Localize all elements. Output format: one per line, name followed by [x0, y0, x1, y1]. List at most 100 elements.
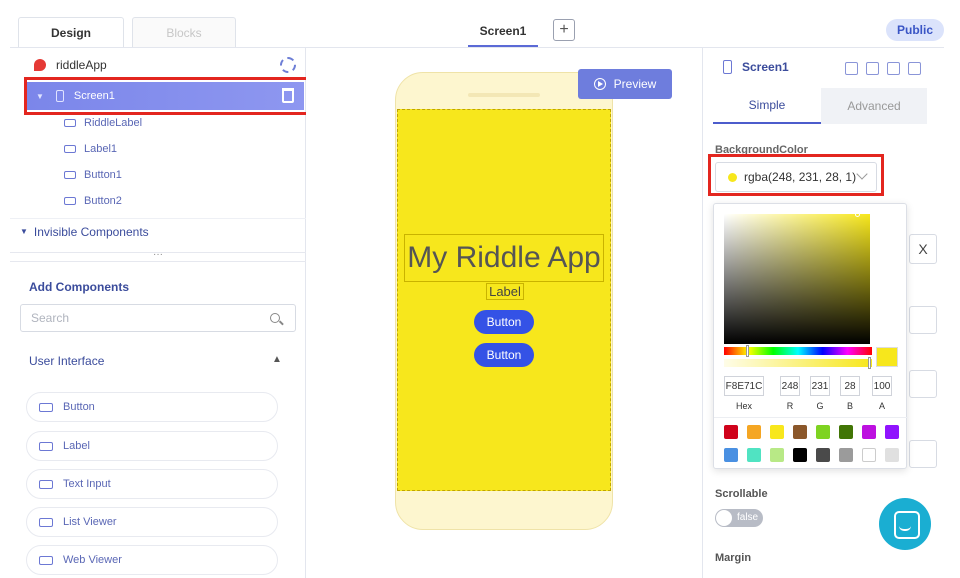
play-icon — [593, 78, 606, 90]
label-icon — [64, 145, 76, 153]
phone-speaker — [468, 93, 540, 97]
color-swatch[interactable] — [770, 425, 784, 439]
user-interface-section[interactable]: User Interface — [29, 354, 104, 368]
search-input[interactable] — [20, 304, 296, 332]
hue-handle[interactable] — [746, 345, 749, 357]
label-icon — [64, 119, 76, 127]
palette-item-list-viewer[interactable]: List Viewer — [26, 507, 278, 537]
tree-item-label: RiddleLabel — [84, 117, 143, 129]
color-swatch[interactable] — [885, 425, 899, 439]
color-swatch[interactable] — [862, 448, 876, 462]
color-swatch[interactable] — [747, 448, 761, 462]
saturation-handle[interactable] — [855, 212, 860, 217]
tab-simple[interactable]: Simple — [713, 88, 821, 124]
panel-resize-handle[interactable]: ··· — [10, 250, 306, 262]
button2[interactable]: Button — [474, 343, 534, 367]
button-icon — [64, 171, 76, 179]
b-label: B — [846, 401, 853, 411]
tree-app-row[interactable]: riddleApp — [10, 52, 306, 78]
preview-button[interactable]: Preview — [578, 69, 672, 99]
folder-icon[interactable] — [845, 62, 858, 75]
trash-icon[interactable] — [908, 62, 921, 75]
hex-label: Hex — [735, 401, 752, 411]
add-components-title: Add Components — [29, 280, 129, 294]
tree-item-label1[interactable]: Label1 — [10, 136, 306, 162]
riddle-label[interactable]: My Riddle App — [404, 234, 604, 282]
web-viewer-icon — [39, 555, 53, 565]
color-swatch[interactable] — [839, 448, 853, 462]
gear-icon[interactable] — [280, 57, 296, 73]
button1[interactable]: Button — [474, 310, 534, 334]
tab-blocks[interactable]: Blocks — [132, 17, 236, 47]
app-logo-icon — [34, 59, 46, 71]
color-swatch[interactable] — [770, 448, 784, 462]
chevron-up-icon[interactable]: ▲ — [272, 354, 282, 365]
toggle-text: false — [737, 512, 759, 523]
add-screen-button[interactable]: + — [553, 19, 575, 41]
public-button[interactable]: Public — [886, 19, 944, 41]
tree-item-label: Button2 — [84, 195, 122, 207]
app-screen[interactable]: My Riddle App Label Button Button — [397, 109, 611, 491]
screen-tab[interactable]: Screen1 — [468, 20, 538, 47]
layout-icon[interactable] — [866, 62, 879, 75]
a-field[interactable]: 100 — [872, 376, 892, 396]
tree-item-button2[interactable]: Button2 — [10, 188, 306, 214]
color-swatch[interactable] — [816, 425, 830, 439]
g-label: G — [816, 401, 824, 411]
scrollable-label: Scrollable — [715, 488, 768, 500]
alpha-handle[interactable] — [868, 357, 871, 369]
color-swatch[interactable] — [793, 425, 807, 439]
alpha-slider[interactable] — [724, 359, 872, 367]
picker-divider — [714, 417, 908, 418]
a-label: A — [878, 401, 885, 411]
properties-header: Screen1 — [723, 60, 789, 74]
color-swatch[interactable] — [724, 448, 738, 462]
tab-design[interactable]: Design — [18, 17, 124, 47]
search-icon[interactable] — [270, 313, 280, 323]
header-actions — [845, 62, 921, 75]
label1-text: Label — [486, 283, 524, 300]
color-preview-swatch — [876, 347, 898, 367]
dropdown-stub[interactable] — [909, 370, 937, 398]
palette-item-label: Label — [63, 440, 90, 452]
scrollable-toggle[interactable]: false — [715, 509, 763, 527]
hex-field[interactable]: F8E71C — [724, 376, 764, 396]
left-panel: riddleApp ▼ Screen1 RiddleLabel Label1 B… — [10, 48, 314, 578]
tree-item-button1[interactable]: Button1 — [10, 162, 306, 188]
palette-item-web-viewer[interactable]: Web Viewer — [26, 545, 278, 575]
palette-item-label[interactable]: Label — [26, 431, 278, 461]
color-swatch[interactable] — [724, 425, 738, 439]
color-swatch[interactable] — [747, 425, 761, 439]
g-field[interactable]: 231 — [810, 376, 830, 396]
edit-icon[interactable] — [887, 62, 900, 75]
invisible-components-toggle[interactable]: ▼ Invisible Components — [10, 218, 306, 244]
color-swatch[interactable] — [885, 448, 899, 462]
list-icon — [39, 517, 53, 527]
color-swatch[interactable] — [839, 425, 853, 439]
close-button[interactable]: X — [909, 234, 937, 264]
tree-item-riddlelabel[interactable]: RiddleLabel — [10, 110, 306, 136]
palette-item-button[interactable]: Button — [26, 392, 278, 422]
tree-item-label: Button1 — [84, 169, 122, 181]
label1[interactable]: Label — [398, 283, 612, 300]
palette-item-label: Text Input — [63, 478, 111, 490]
color-swatch[interactable] — [793, 448, 807, 462]
phone-mockup: My Riddle App Label Button Button — [395, 72, 613, 530]
caret-down-icon: ▼ — [20, 227, 28, 236]
palette-item-label: List Viewer — [63, 516, 117, 528]
chat-icon[interactable] — [879, 498, 931, 550]
dropdown-stub[interactable] — [909, 306, 937, 334]
color-swatch[interactable] — [862, 425, 876, 439]
r-field[interactable]: 248 — [780, 376, 800, 396]
preview-label: Preview — [613, 77, 657, 91]
tab-advanced[interactable]: Advanced — [821, 88, 927, 124]
color-swatch[interactable] — [816, 448, 830, 462]
app-name: riddleApp — [56, 58, 107, 72]
palette-item-text-input[interactable]: Text Input — [26, 469, 278, 499]
top-bar: Design Blocks Screen1 + Public — [10, 12, 944, 48]
component-name: Screen1 — [742, 60, 789, 74]
saturation-area[interactable] — [724, 214, 870, 344]
b-field[interactable]: 28 — [840, 376, 860, 396]
dropdown-stub[interactable] — [909, 440, 937, 468]
text-input-icon — [39, 479, 53, 489]
